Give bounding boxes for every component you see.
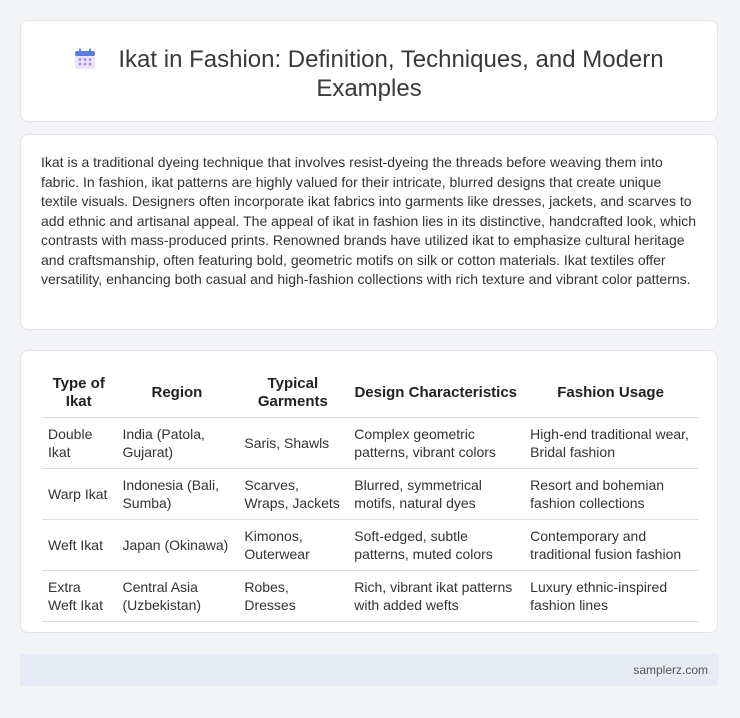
table-row: Extra Weft Ikat Central Asia (Uzbekistan… <box>42 570 698 622</box>
header-type: Type of Ikat <box>42 369 117 418</box>
cell-garments: Saris, Shawls <box>237 417 349 469</box>
footer-site-link[interactable]: samplerz.com <box>633 663 708 677</box>
table-row: Weft Ikat Japan (Okinawa) Kimonos, Outer… <box>42 519 698 571</box>
table-header-row: Type of Ikat Region Typical Garments Des… <box>42 369 698 418</box>
cell-design: Soft-edged, subtle patterns, muted color… <box>347 519 525 571</box>
cell-usage: Resort and bohemian fashion collections <box>523 468 698 520</box>
cell-design: Rich, vibrant ikat patterns with added w… <box>347 570 525 622</box>
cell-design: Complex geometric patterns, vibrant colo… <box>347 417 525 469</box>
header-design: Design Characteristics <box>347 369 525 418</box>
cell-region: India (Patola, Gujarat) <box>115 417 239 469</box>
cell-region: Indonesia (Bali, Sumba) <box>115 468 239 520</box>
page-title: Ikat in Fashion: Definition, Techniques,… <box>118 46 664 102</box>
cell-garments: Robes, Dresses <box>237 570 349 622</box>
cell-garments: Scarves, Wraps, Jackets <box>237 468 349 520</box>
cell-type: Weft Ikat <box>42 519 117 571</box>
table-card: Type of Ikat Region Typical Garments Des… <box>20 350 718 633</box>
cell-region: Central Asia (Uzbekistan) <box>115 570 239 622</box>
footer-bar: samplerz.com <box>20 654 718 686</box>
cell-type: Extra Weft Ikat <box>42 570 117 622</box>
description-card: Ikat is a traditional dyeing technique t… <box>20 134 718 330</box>
table-row: Warp Ikat Indonesia (Bali, Sumba) Scarve… <box>42 468 698 520</box>
header-garments: Typical Garments <box>237 369 349 418</box>
cell-usage: Contemporary and traditional fusion fash… <box>523 519 698 571</box>
cell-type: Warp Ikat <box>42 468 117 520</box>
table-row: Double Ikat India (Patola, Gujarat) Sari… <box>42 417 698 469</box>
cell-usage: High-end traditional wear, Bridal fashio… <box>523 417 698 469</box>
calendar-icon <box>74 48 96 70</box>
title-card: Ikat in Fashion: Definition, Techniques,… <box>20 20 718 122</box>
cell-type: Double Ikat <box>42 417 117 469</box>
page-title-wrap: Ikat in Fashion: Definition, Techniques,… <box>21 45 717 103</box>
header-usage: Fashion Usage <box>523 369 698 418</box>
cell-design: Blurred, symmetrical motifs, natural dye… <box>347 468 525 520</box>
cell-garments: Kimonos, Outerwear <box>237 519 349 571</box>
cell-region: Japan (Okinawa) <box>115 519 239 571</box>
cell-usage: Luxury ethnic-inspired fashion lines <box>523 570 698 622</box>
ikat-table: Type of Ikat Region Typical Garments Des… <box>42 369 698 622</box>
description-text: Ikat is a traditional dyeing technique t… <box>41 154 697 287</box>
header-region: Region <box>115 369 239 418</box>
